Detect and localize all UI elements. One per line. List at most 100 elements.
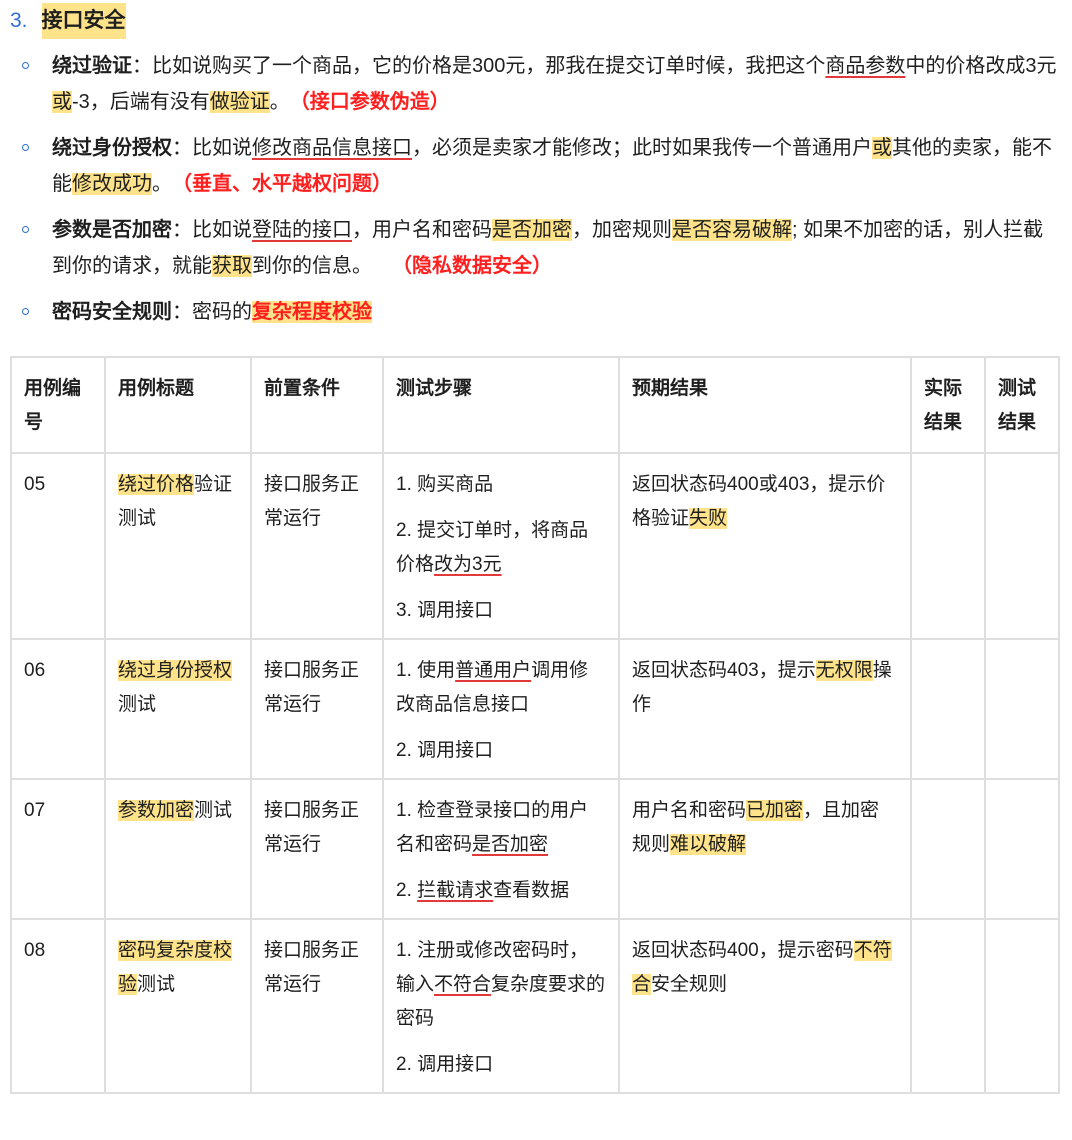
text-run: 测试 [118, 694, 157, 715]
section-heading: 3. 接口安全 [10, 2, 1058, 40]
text-run: 难以破解 [670, 834, 747, 855]
text-run: 2. 调用接口 [396, 740, 494, 761]
text-run: 中的价格改成3元 [905, 55, 1057, 77]
text-run: 用户名和密码 [632, 800, 747, 821]
section-title: 接口安全 [41, 3, 126, 39]
column-header: 前置条件 [250, 356, 384, 454]
text-run: 返回状态码403，提示 [632, 660, 816, 681]
text-run: 1. 购买商品 [396, 474, 494, 495]
bullet-label: 参数是否加密 [52, 219, 172, 241]
bullet-circle-icon [22, 226, 29, 233]
text-run: 做验证 [209, 91, 270, 113]
test-result-cell [984, 918, 1060, 1094]
text-run: （垂直、水平越权问题） [182, 173, 392, 195]
text-run: ，必须是卖家才能修改；此时如果我传一个普通用户 [412, 137, 872, 159]
column-header: 测试步骤 [382, 356, 620, 454]
column-header: 用例编号 [10, 356, 106, 454]
text-run: 是否加密 [492, 219, 572, 241]
text-run: 无权限 [815, 660, 873, 681]
text-run: ，加密规则 [572, 219, 672, 241]
text-run: ：密码的 [172, 301, 252, 323]
text-run: 绕过身份授权 [118, 660, 233, 681]
text-run: 是否加密 [472, 834, 549, 855]
text-run: 或 [872, 137, 892, 159]
column-header: 实际结果 [910, 356, 986, 454]
precondition-cell: 接口服务正常运行 [250, 638, 384, 780]
steps-cell: 1. 检查登录接口的用户名和密码是否加密 2. 拦截请求查看数据 [382, 778, 620, 920]
text-run: 返回状态码400，提示密码 [632, 940, 854, 961]
test-case-table: 用例编号 用例标题 前置条件 测试步骤 预期结果 实际结果 测试结果 05 绕过价格验证测试接… [10, 356, 1060, 1094]
case-id-cell: 06 [10, 638, 106, 780]
bullet-item: 参数是否加密：比如说登陆的接口，用户名和密码是否加密，加密规则是否容易破解; 如… [10, 212, 1058, 284]
text-run: 拦截请求 [417, 880, 494, 901]
text-run: 修改成功 [72, 173, 152, 195]
test-step: 2. 拦截请求查看数据 [396, 874, 606, 908]
bullet-label: 绕过验证 [52, 55, 132, 77]
test-step: 2. 调用接口 [396, 734, 606, 768]
bullet-list: 绕过验证：比如说购买了一个商品，它的价格是300元，那我在提交订单时候，我把这个… [10, 48, 1058, 330]
text-run: 复杂程度校验 [252, 301, 372, 323]
precondition-cell: 接口服务正常运行 [250, 452, 384, 640]
text-run: 失败 [689, 508, 728, 529]
expected-result-cell: 返回状态码400，提示密码不符合安全规则 [618, 918, 912, 1094]
expected-result-cell: 返回状态码400或403，提示价格验证失败 [618, 452, 912, 640]
table-row: 07 参数加密测试 接口服务正常运行 1. 检查登录接口的用户名和密码是否加密 2. 拦… [10, 778, 1060, 920]
bullet-label: 密码安全规则 [52, 301, 172, 323]
actual-result-cell [910, 452, 986, 640]
case-title-cell: 绕过身份授权测试 [104, 638, 252, 780]
text-run: 绕过价格 [118, 474, 195, 495]
column-header: 测试结果 [984, 356, 1060, 454]
text-run: 2. 调用接口 [396, 1054, 494, 1075]
case-id-cell: 07 [10, 778, 106, 920]
case-title-cell: 绕过价格验证测试 [104, 452, 252, 640]
precondition-cell: 接口服务正常运行 [250, 918, 384, 1094]
text-run: 。 [269, 91, 300, 113]
text-run: 测试 [194, 800, 233, 821]
case-id-cell: 05 [10, 452, 106, 640]
test-result-cell [984, 638, 1060, 780]
precondition-cell: 接口服务正常运行 [250, 778, 384, 920]
steps-cell: 1. 使用普通用户调用修改商品信息接口 2. 调用接口 [382, 638, 620, 780]
test-step: 1. 检查登录接口的用户名和密码是否加密 [396, 794, 606, 862]
text-run: 已加密 [746, 800, 804, 821]
text-run: （接口参数伪造） [299, 91, 450, 113]
column-header: 用例标题 [104, 356, 252, 454]
bullet-item: 绕过身份授权：比如说修改商品信息接口，必须是卖家才能修改；此时如果我传一个普通用… [10, 130, 1058, 202]
bullet-item: 绕过验证：比如说购买了一个商品，它的价格是300元，那我在提交订单时候，我把这个… [10, 48, 1058, 120]
bullet-circle-icon [22, 144, 29, 151]
bullet-label: 绕过身份授权 [52, 137, 172, 159]
document-page: 3. 接口安全 绕过验证：比如说购买了一个商品，它的价格是300元，那我在提交订… [0, 0, 1072, 1094]
text-run: 返回状态码400或403，提示价格验证 [632, 474, 886, 529]
text-run: （隐私数据安全） [402, 255, 552, 277]
text-run: 。 [152, 173, 182, 195]
table-row: 06 绕过身份授权测试 接口服务正常运行 1. 使用普通用户调用修改商品信息接口 2. … [10, 638, 1060, 780]
table-header-row: 用例编号 用例标题 前置条件 测试步骤 预期结果 实际结果 测试结果 [10, 356, 1060, 454]
text-run: -3，后端有没有 [72, 91, 210, 113]
column-header: 预期结果 [618, 356, 912, 454]
steps-cell: 1. 注册或修改密码时，输入不符合复杂度要求的密码 2. 调用接口 [382, 918, 620, 1094]
text-run: 查看数据 [493, 880, 570, 901]
text-run: 1. 使用 [396, 660, 456, 681]
steps-cell: 1. 购买商品 2. 提交订单时，将商品价格改为3元 3. 调用接口 [382, 452, 620, 640]
test-step: 1. 使用普通用户调用修改商品信息接口 [396, 654, 606, 722]
table-row: 08 密码复杂度校验测试 接口服务正常运行 1. 注册或修改密码时，输入不符合复杂度要… [10, 918, 1060, 1094]
test-step: 1. 注册或修改密码时，输入不符合复杂度要求的密码 [396, 934, 606, 1036]
section-number: 3. [10, 9, 28, 33]
bullet-item: 密码安全规则：密码的复杂程度校验 [10, 294, 1058, 330]
text-run: 或 [52, 91, 72, 113]
text-run: 是否容易破解 [672, 219, 792, 241]
test-result-cell [984, 778, 1060, 920]
text-run: 普通用户 [455, 660, 532, 681]
test-step: 3. 调用接口 [396, 594, 606, 628]
text-run: 获取 [212, 255, 252, 277]
table-row: 05 绕过价格验证测试 接口服务正常运行 1. 购买商品 2. 提交订单时，将商品价格改… [10, 452, 1060, 640]
test-step: 1. 购买商品 [396, 468, 606, 502]
case-title-cell: 参数加密测试 [104, 778, 252, 920]
text-run: 测试 [137, 974, 176, 995]
text-run: 安全规则 [651, 974, 728, 995]
test-result-cell [984, 452, 1060, 640]
text-run: ，用户名和密码 [352, 219, 492, 241]
actual-result-cell [910, 778, 986, 920]
text-run: 商品参数 [825, 55, 906, 77]
text-run: ：比如说购买了一个商品，它的价格是300元，那我在提交订单时候，我把这个 [132, 55, 826, 77]
